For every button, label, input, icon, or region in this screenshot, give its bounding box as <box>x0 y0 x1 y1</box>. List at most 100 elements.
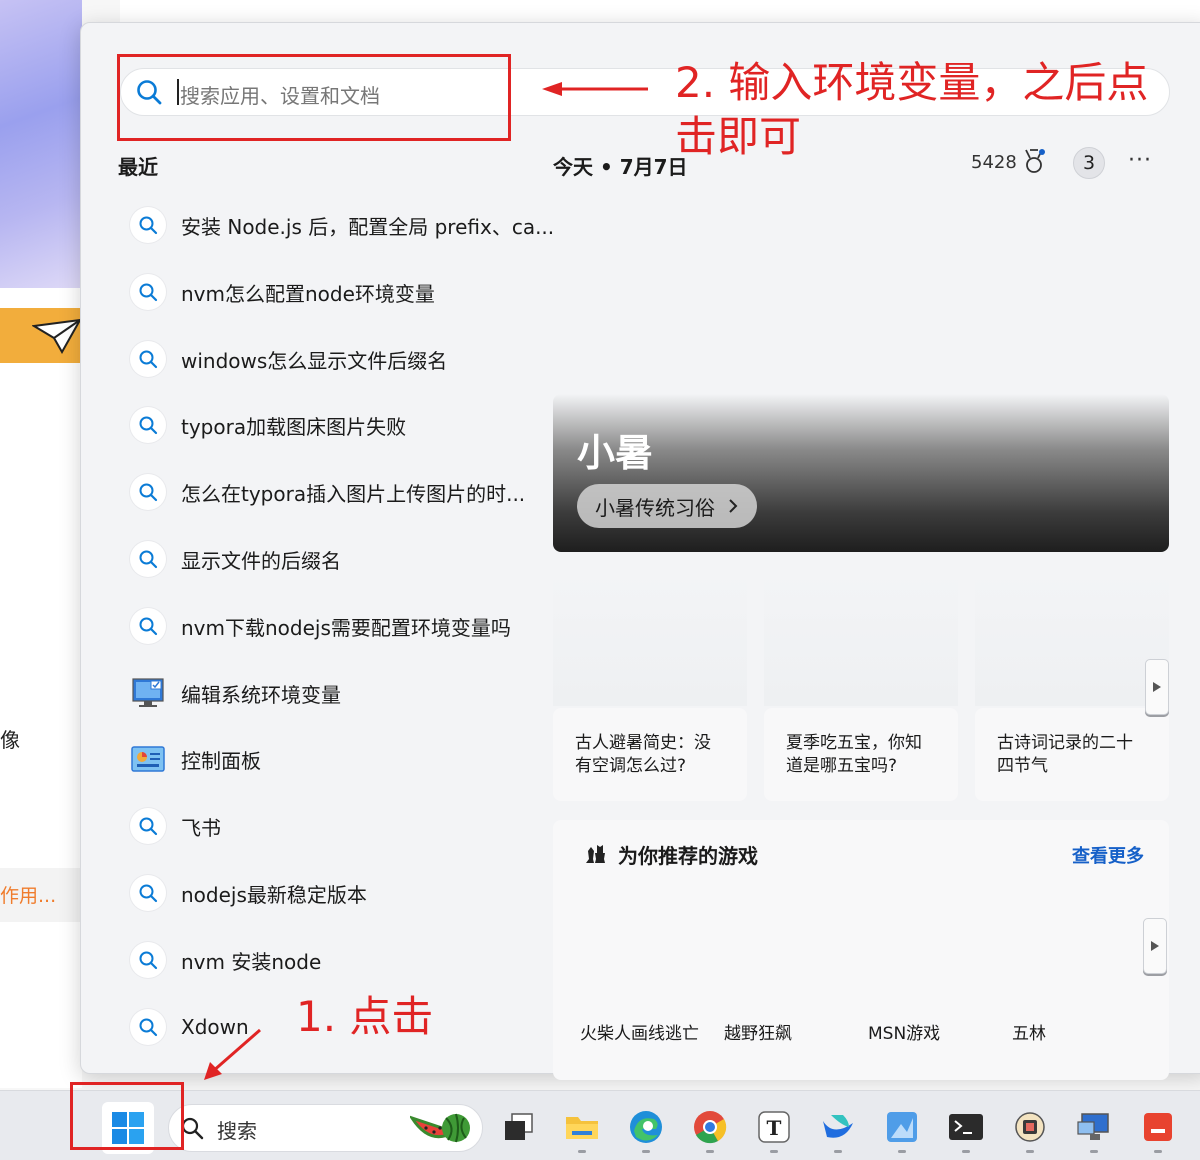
game-item[interactable]: 越野狂飙 <box>724 1019 792 1044</box>
search-icon <box>130 608 166 644</box>
drawing-app-button[interactable] <box>882 1107 922 1147</box>
hero-title: 小暑 <box>577 431 654 475</box>
running-indicator <box>642 1150 650 1153</box>
feishu-icon <box>823 1115 853 1138</box>
remote-desktop-icon <box>1077 1113 1109 1140</box>
recent-item-label: 显示文件的后缀名 <box>181 548 341 573</box>
recent-item-label: nodejs最新稳定版本 <box>181 882 367 907</box>
news-image <box>764 572 958 706</box>
taskbar-search-label: 搜索 <box>217 1119 257 1143</box>
recent-item-label: nvm 安装node <box>181 949 322 974</box>
recent-item[interactable]: 编辑系统环境变量 <box>130 673 341 713</box>
recent-item[interactable]: nodejs最新稳定版本 <box>130 873 367 913</box>
annotation-arrow-down-left <box>204 1028 261 1080</box>
chevron-right-icon <box>729 499 738 513</box>
running-indicator <box>1026 1150 1034 1153</box>
games-next-button[interactable] <box>1143 918 1167 974</box>
chess-icon <box>586 845 605 863</box>
file-explorer-button[interactable] <box>562 1107 602 1147</box>
background-banner <box>0 0 82 288</box>
search-icon <box>130 407 166 443</box>
recent-item[interactable]: 显示文件的后缀名 <box>130 539 341 579</box>
drawing-app-icon <box>887 1112 917 1142</box>
recent-item[interactable]: typora加载图床图片失败 <box>130 405 406 445</box>
recent-item-label: 安装 Node.js 后，配置全局 prefix、ca... <box>181 214 555 239</box>
recent-item-label: 飞书 <box>181 815 221 840</box>
annotation-step-2: 2. 输入环境变量，之后点击即可 <box>675 58 1149 161</box>
games-heading: 为你推荐的游戏 <box>618 844 758 868</box>
play-right-icon <box>1153 682 1161 692</box>
game-item[interactable]: 五林 <box>1012 1019 1046 1044</box>
red-app-button[interactable] <box>1138 1107 1178 1147</box>
search-icon <box>130 541 166 577</box>
news-card[interactable]: 古人避暑简史：没有空调怎么过? <box>553 708 747 801</box>
background-top-strip <box>120 0 1200 22</box>
paper-plane-icon <box>32 318 82 354</box>
news-card[interactable]: 夏季吃五宝，你知道是哪五宝吗? <box>764 708 958 801</box>
hero-pill-button[interactable]: 小暑传统习俗 <box>577 484 757 528</box>
recent-item[interactable]: nvm怎么配置node环境变量 <box>130 272 435 312</box>
search-icon <box>130 1009 166 1045</box>
running-indicator <box>1090 1150 1098 1153</box>
folder-icon <box>566 1117 598 1139</box>
recent-item[interactable]: 飞书 <box>130 806 221 846</box>
recent-item-label: nvm下载nodejs需要配置环境变量吗 <box>181 615 511 640</box>
annotation-search-box-highlight <box>117 54 511 141</box>
news-next-button[interactable] <box>1145 659 1169 715</box>
news-image <box>553 572 747 706</box>
recent-item[interactable]: nvm下载nodejs需要配置环境变量吗 <box>130 606 511 646</box>
running-indicator <box>578 1150 586 1153</box>
annotation-start-button-highlight <box>70 1082 184 1150</box>
game-item[interactable]: MSN游戏 <box>868 1019 940 1044</box>
terminal-icon <box>949 1114 983 1140</box>
recent-item[interactable]: nvm 安装node <box>130 940 321 980</box>
annotation-step-1: 1. 点击 <box>296 992 434 1041</box>
system-settings-icon <box>130 675 166 711</box>
running-indicator <box>962 1150 970 1153</box>
control-panel-icon <box>130 741 166 777</box>
search-icon <box>130 274 166 310</box>
game-item[interactable]: 火柴人画线逃亡 <box>580 1019 699 1044</box>
remote-desktop-button[interactable] <box>1074 1107 1114 1147</box>
edge-button[interactable] <box>626 1107 666 1147</box>
hero-pill-label: 小暑传统习俗 <box>595 495 715 520</box>
recent-heading: 最近 <box>118 155 158 179</box>
svg-text:T: T <box>767 1116 782 1140</box>
recent-item-label: windows怎么显示文件后缀名 <box>181 348 448 373</box>
background-link-text[interactable]: 作用... <box>0 881 56 908</box>
see-more-link[interactable]: 查看更多 <box>1072 842 1144 868</box>
recent-item-label: 编辑系统环境变量 <box>181 682 341 707</box>
search-icon <box>130 207 166 243</box>
red-app-icon <box>1144 1113 1172 1141</box>
play-right-icon <box>1151 941 1159 951</box>
recent-item[interactable]: windows怎么显示文件后缀名 <box>130 339 447 379</box>
terminal-button[interactable] <box>946 1107 986 1147</box>
news-card[interactable]: 古诗词记录的二十四节气 <box>975 708 1169 801</box>
running-indicator <box>770 1150 778 1153</box>
edge-browser-icon <box>630 1111 662 1143</box>
running-indicator <box>1154 1150 1162 1153</box>
devtools-icon <box>1015 1112 1045 1142</box>
search-icon <box>130 474 166 510</box>
running-indicator <box>706 1150 714 1153</box>
today-date: 今天 • 7月7日 <box>553 155 688 179</box>
typora-button[interactable]: T <box>754 1107 794 1147</box>
recent-item-label: typora加载图床图片失败 <box>181 414 407 439</box>
task-view-button[interactable] <box>498 1107 538 1147</box>
recent-item-label: 怎么在typora插入图片上传图片的时... <box>181 481 526 506</box>
background-sidebar <box>0 288 82 1088</box>
search-icon <box>130 942 166 978</box>
watermelon-icon <box>410 1113 470 1143</box>
recent-item[interactable]: 控制面板 <box>130 739 261 779</box>
recent-item[interactable]: 怎么在typora插入图片上传图片的时... <box>130 472 525 512</box>
annotation-arrow-left <box>542 82 648 96</box>
running-indicator <box>834 1150 842 1153</box>
news-image <box>975 572 1169 706</box>
search-icon <box>130 341 166 377</box>
chrome-button[interactable] <box>690 1107 730 1147</box>
devtools-button[interactable] <box>1010 1107 1050 1147</box>
typora-icon: T <box>758 1111 790 1143</box>
feishu-button[interactable] <box>818 1107 858 1147</box>
recent-item[interactable]: 安装 Node.js 后，配置全局 prefix、ca... <box>130 205 554 245</box>
recent-item-label: nvm怎么配置node环境变量 <box>181 281 435 306</box>
